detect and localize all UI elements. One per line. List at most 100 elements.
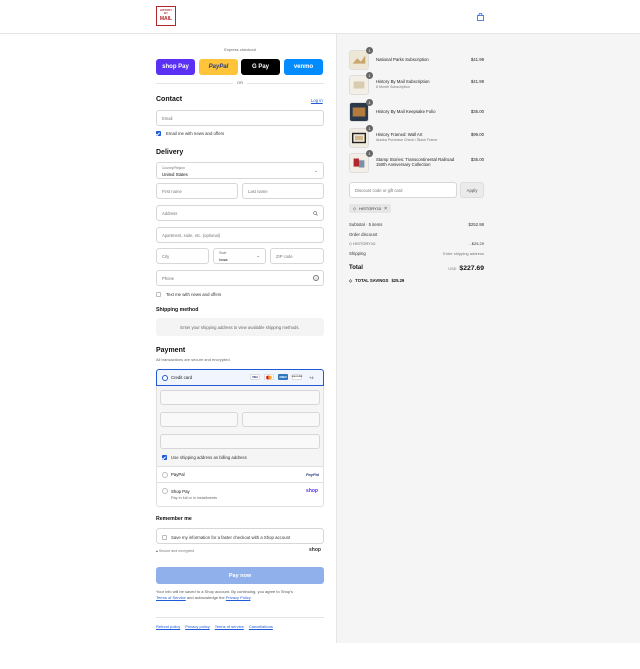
state-label: State [219,251,227,255]
credit-card-radio[interactable] [161,374,168,381]
terms-of-service-footer-link[interactable]: Terms of service [215,624,244,629]
paypal-option[interactable]: PayPal PayPal [156,467,324,483]
country-select[interactable]: Country/Region United States ⌄ [156,162,324,179]
search-icon [313,211,318,216]
secure-label: Secure and encrypted [158,549,195,553]
country-value: United States [162,171,188,177]
security-code-field[interactable] [242,412,320,427]
card-number-field[interactable] [160,390,320,405]
or-label: OR [233,80,247,85]
privacy-policy-link[interactable]: Privacy Policy [226,595,251,600]
discount-row: ◇ HISTORY10 - $25.29 [349,241,484,246]
contact-heading: Contact [156,96,183,103]
shipping-row: Shipping Enter shipping address [349,251,484,256]
footer-divider [156,617,324,618]
save-info-box[interactable]: Save my information for a faster checkou… [156,528,324,544]
help-icon[interactable]: ? [313,275,319,281]
total-row: Total USD $227.69 [349,265,484,275]
pay-now-button[interactable]: Pay now [156,567,324,584]
order-summary-panel [336,34,640,643]
privacy-policy-footer-link[interactable]: Privacy policy [185,624,209,629]
google-pay-label: G Pay [251,64,269,70]
name-on-card-field[interactable] [160,434,320,449]
apply-label: Apply [466,187,478,193]
state-value: Iowa [219,257,228,262]
subtotal-row: Subtotal · 5 items $252.98 [349,222,484,227]
email-news-checkbox[interactable] [156,131,161,136]
paypal-label: PayPal [208,64,229,70]
discover-text: DISCOVER [291,376,303,378]
shop-pay-label: shop Pay [162,64,189,70]
credit-card-label: Credit card [171,375,193,380]
first-name-field[interactable]: First name [156,183,238,199]
header: HISTORY BY MAIL [0,0,640,34]
discover-icon: DISCOVER [292,374,302,380]
legal-text-1: Your info will be saved to a Shop accoun… [156,589,293,594]
shipping-notice: Enter your shipping address to view avai… [180,324,300,330]
text-news-checkbox[interactable] [156,292,161,297]
legal-text-end: . [250,594,252,600]
secure-note: All transactions are secure and encrypte… [156,357,231,362]
total-savings: ◇ TOTAL SAVINGS $25.29 [349,278,404,283]
save-info-checkbox[interactable] [162,534,167,540]
paypal-button[interactable]: PayPal [199,59,238,75]
shipping-heading: Shipping method [156,307,199,313]
refund-policy-link[interactable]: Refund policy [156,624,180,629]
city-field[interactable]: City [156,248,209,264]
remove-discount-icon[interactable]: × [384,206,387,212]
discount-code-field[interactable]: Discount code or gift card [349,182,457,198]
amex-icon: AMEX [278,374,288,380]
email-field[interactable]: Email [156,110,324,126]
zip-field[interactable]: ZIP code [270,248,324,264]
google-pay-button[interactable]: G Pay [241,59,280,75]
logo-line-3: MAIL [159,15,173,22]
venmo-button[interactable]: venmo [284,59,323,75]
first-name-placeholder: First name [162,189,182,194]
state-select[interactable]: State Iowa ⌄ [213,248,266,264]
store-logo[interactable]: HISTORY BY MAIL [156,6,176,26]
cancellations-link[interactable]: Cancellations [249,624,273,629]
phone-field[interactable]: Phone ? [156,270,324,286]
chevron-down-icon: ⌄ [314,168,318,173]
product-image [349,128,369,148]
address-field[interactable]: Address [156,205,324,221]
subtotal-value: $252.98 [468,222,484,227]
shop-pay-option-label: Shop Pay [171,489,190,494]
express-checkout-label: Express checkout [224,47,256,52]
product-name-wrap: History By Mail Subscription 6 Month Subs… [376,79,466,90]
legal-text: Your info will be saved to a Shop accoun… [156,589,324,601]
paypal-radio[interactable] [162,472,168,478]
discount-code: HISTORY10 [353,241,376,246]
product-name: History By Mail Subscription [376,79,430,84]
tag-icon: ◇ [349,278,353,283]
product-image [349,50,369,70]
last-name-field[interactable]: Last name [242,183,324,199]
shop-pay-sub: Pay in full or in installments [171,495,218,500]
product-image [349,75,369,95]
shop-pay-radio[interactable] [162,488,168,494]
pay-now-label: Pay now [228,572,252,579]
apartment-field[interactable]: Apartment, suite, etc. (optional) [156,227,324,243]
shopping-bag-icon[interactable] [477,13,484,21]
visa-icon: VISA [250,374,260,380]
paypal-option-label: PayPal [171,472,185,477]
billing-checkbox[interactable] [162,455,167,460]
product-price: $99.00 [470,132,484,137]
apply-button[interactable]: Apply [460,182,484,198]
payment-heading: Payment [156,347,186,354]
expiration-field[interactable] [160,412,238,427]
terms-of-service-link[interactable]: Terms of Service [156,595,186,600]
last-name-placeholder: Last name [248,189,268,194]
secure-label-wrap: 🔒︎ Secure and encrypted [156,549,194,553]
shop-pay-option[interactable]: Shop Pay Pay in full or in installments … [156,483,324,507]
shop-logo: shop [309,547,321,553]
shop-pay-button[interactable]: shop Pay [156,59,195,75]
email-placeholder: Email [162,116,173,121]
product-name: Stamp Stories: Transcontinental Railroad… [376,157,455,168]
currency: USD [448,267,457,271]
billing-label: Use shipping address as billing address [171,455,247,460]
discount-value: - $25.29 [469,241,484,246]
remember-heading: Remember me [156,516,192,522]
total-value-wrap: USD $227.69 [448,265,484,272]
login-link[interactable]: Log in [311,98,323,103]
